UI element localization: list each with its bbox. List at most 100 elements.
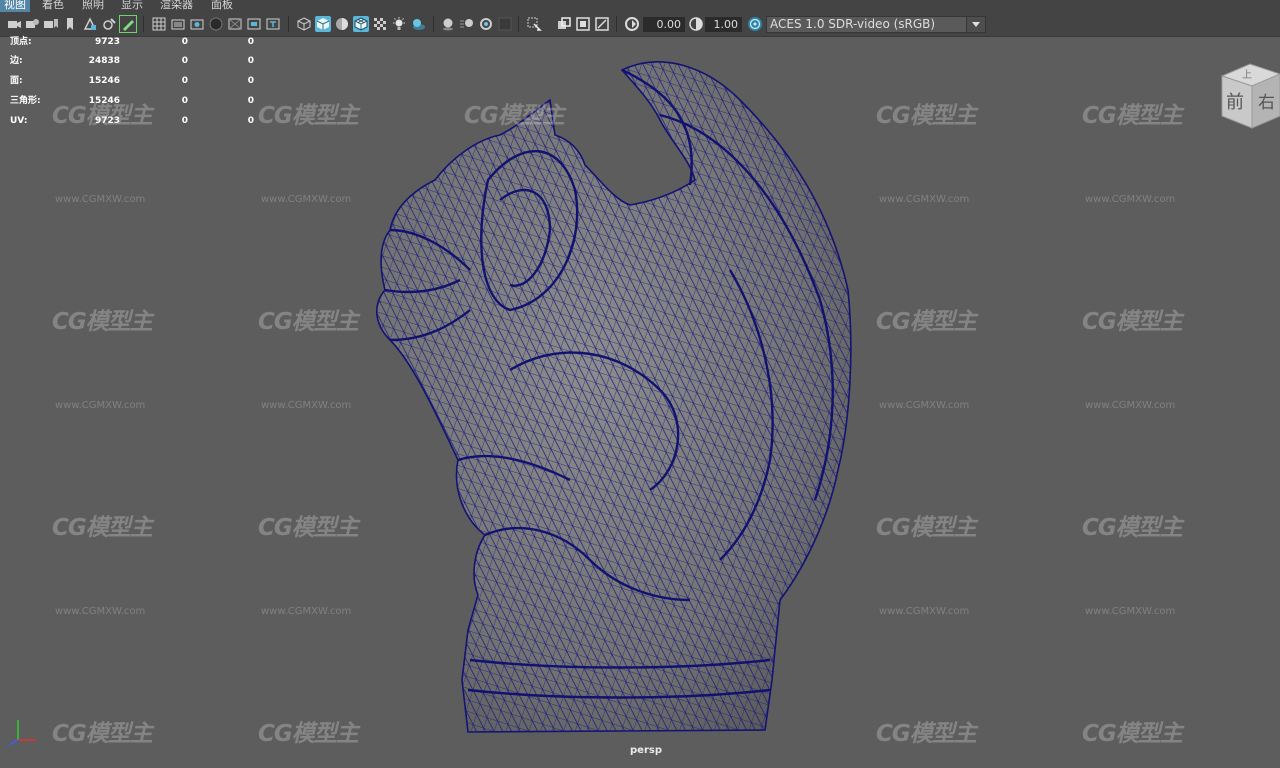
watermark-logo: CG模型主 xyxy=(876,721,977,747)
menu-view[interactable]: 视图 xyxy=(0,0,30,12)
hud-value: 0 xyxy=(247,56,254,66)
hud-value: 0 xyxy=(181,56,188,66)
2d-pan-zoom-icon[interactable] xyxy=(82,16,98,32)
panel-toolbar: 0.00 1.00 ACES 1.0 SDR-video (sRGB) xyxy=(0,12,1280,37)
watermark-url: www.CGMXW.com xyxy=(1085,606,1176,617)
watermark-url: www.CGMXW.com xyxy=(879,606,970,617)
watermark-logo: CG模型主 xyxy=(52,515,153,541)
watermark-logo: CG模型主 xyxy=(258,103,359,129)
menu-lighting[interactable]: 照明 xyxy=(78,0,108,12)
camera-name-label: persp xyxy=(630,745,662,756)
hud-value: 0 xyxy=(181,37,188,47)
gamma-field[interactable]: 1.00 xyxy=(705,17,742,32)
shadows-icon[interactable] xyxy=(410,16,426,32)
exposure-field[interactable]: 0.00 xyxy=(643,17,685,32)
panel-menu-bar: 视图 着色 照明 显示 渲染器 面板 xyxy=(0,0,1280,12)
watermark-url: www.CGMXW.com xyxy=(1085,194,1176,205)
screen-space-ao-icon[interactable] xyxy=(440,16,456,32)
hud-label: 面: xyxy=(10,76,23,86)
motion-blur-icon[interactable] xyxy=(459,16,475,32)
watermark-logo: CG模型主 xyxy=(1082,721,1183,747)
gargoyle-wireframe-model[interactable] xyxy=(360,40,860,740)
watermark-url: www.CGMXW.com xyxy=(261,194,352,205)
watermark-logo: CG模型主 xyxy=(876,103,977,129)
xray-joints-icon[interactable] xyxy=(594,16,610,32)
film-gate-icon[interactable] xyxy=(170,16,186,32)
hud-value: 0 xyxy=(247,37,254,47)
view-cube[interactable]: 上 前 右 xyxy=(1218,62,1280,130)
textured-icon[interactable] xyxy=(372,16,388,32)
hud-value: 0 xyxy=(247,76,254,86)
view-cube-right-label[interactable]: 右 xyxy=(1258,88,1275,113)
safe-title-icon[interactable] xyxy=(265,16,281,32)
watermark-url: www.CGMXW.com xyxy=(261,606,352,617)
color-management-icon[interactable] xyxy=(747,16,763,32)
menu-renderer[interactable]: 渲染器 xyxy=(156,0,197,12)
isolate-select-icon[interactable] xyxy=(526,16,542,32)
use-all-lights-icon[interactable] xyxy=(391,16,407,32)
hud-label: 边: xyxy=(10,56,23,66)
hud-label: 三角形: xyxy=(10,96,41,106)
watermark-logo: CG模型主 xyxy=(1082,515,1183,541)
smooth-shade-icon[interactable] xyxy=(315,16,331,32)
watermark-url: www.CGMXW.com xyxy=(55,194,146,205)
menu-shading[interactable]: 着色 xyxy=(38,0,68,12)
exposure-icon[interactable] xyxy=(624,16,640,32)
watermark-logo: CG模型主 xyxy=(52,103,153,129)
camera-select-icon[interactable] xyxy=(6,16,22,32)
xray-icon[interactable] xyxy=(556,16,572,32)
wireframe-on-shaded-icon[interactable] xyxy=(353,16,369,32)
view-cube-front-label[interactable]: 前 xyxy=(1226,88,1244,114)
hud-value: 0 xyxy=(181,116,188,126)
default-material-icon[interactable] xyxy=(334,16,350,32)
hud-value: 24838 xyxy=(88,56,120,66)
watermark-url: www.CGMXW.com xyxy=(879,400,970,411)
hud-row-edges: 边: 24838 0 0 xyxy=(0,55,270,75)
watermark-url: www.CGMXW.com xyxy=(55,606,146,617)
field-chart-icon[interactable] xyxy=(227,16,243,32)
menu-show[interactable]: 显示 xyxy=(117,0,147,12)
watermark-logo: CG模型主 xyxy=(258,515,359,541)
gamma-icon[interactable] xyxy=(688,16,704,32)
depth-of-field-icon[interactable] xyxy=(497,16,513,32)
camera-attributes-icon[interactable] xyxy=(24,16,40,32)
watermark-url: www.CGMXW.com xyxy=(1085,400,1176,411)
watermark-logo: CG模型主 xyxy=(52,309,153,335)
hud-value: 9723 xyxy=(94,37,120,47)
hud-value: 0 xyxy=(181,96,188,106)
grid-icon[interactable] xyxy=(151,16,167,32)
watermark-logo: CG模型主 xyxy=(258,309,359,335)
watermark-logo: CG模型主 xyxy=(258,721,359,747)
image-plane-icon[interactable] xyxy=(62,16,78,32)
watermark-logo: CG模型主 xyxy=(876,309,977,335)
watermark-logo: CG模型主 xyxy=(1082,103,1183,129)
pencil-icon[interactable] xyxy=(119,15,137,33)
axis-gizmo-icon xyxy=(4,716,40,746)
safe-action-icon[interactable] xyxy=(246,16,262,32)
watermark-logo: CG模型主 xyxy=(1082,309,1183,335)
watermark-url: www.CGMXW.com xyxy=(879,194,970,205)
grease-pencil-icon[interactable] xyxy=(101,16,117,32)
hud-value: 0 xyxy=(181,76,188,86)
anti-aliasing-icon[interactable] xyxy=(478,16,494,32)
gate-mask-icon[interactable] xyxy=(208,16,224,32)
hud-value: 0 xyxy=(247,96,254,106)
chevron-down-icon xyxy=(966,17,985,32)
hud-label: UV: xyxy=(10,116,28,126)
menu-panels[interactable]: 面板 xyxy=(207,0,237,12)
watermark-logo: CG模型主 xyxy=(876,515,977,541)
hud-label: 顶点: xyxy=(10,37,32,47)
hud-row-vertices: 顶点: 9723 0 0 xyxy=(0,36,270,56)
wireframe-shading-icon[interactable] xyxy=(296,16,312,32)
resolution-gate-icon[interactable] xyxy=(189,16,205,32)
view-cube-top-label[interactable]: 上 xyxy=(1242,66,1252,81)
bookmarks-icon[interactable] xyxy=(42,16,58,32)
xray-active-components-icon[interactable] xyxy=(575,16,591,32)
color-space-dropdown[interactable]: ACES 1.0 SDR-video (sRGB) xyxy=(766,16,986,33)
hud-value: 0 xyxy=(247,116,254,126)
watermark-url: www.CGMXW.com xyxy=(55,400,146,411)
hud-value: 15246 xyxy=(88,76,120,86)
watermark-url: www.CGMXW.com xyxy=(261,400,352,411)
color-space-value: ACES 1.0 SDR-video (sRGB) xyxy=(770,17,936,31)
watermark-logo: CG模型主 xyxy=(464,103,565,129)
